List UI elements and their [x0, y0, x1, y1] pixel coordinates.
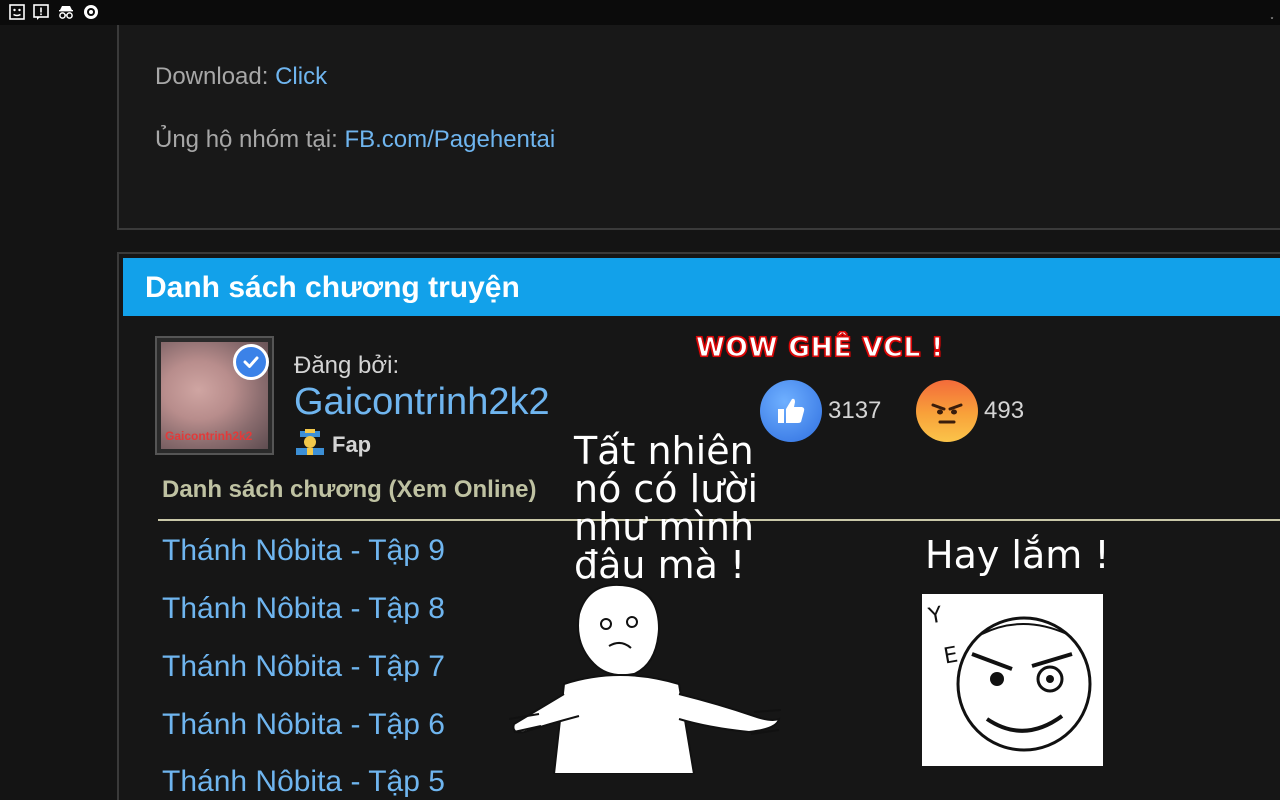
- chapter-link[interactable]: Thánh Nôbita - Tập 8: [162, 592, 445, 626]
- extension-toolbar: ˯: [0, 0, 1280, 25]
- download-link[interactable]: Click: [275, 63, 327, 90]
- verified-badge-icon: [233, 344, 269, 380]
- chapter-list-panel: Danh sách chương truyện Gaicontrinh2k2 Đ…: [117, 252, 1280, 800]
- poster-name-link[interactable]: Gaicontrinh2k2: [294, 381, 550, 424]
- section-title: Danh sách chương truyện: [145, 271, 520, 304]
- angry-reaction[interactable]: 493: [916, 380, 1024, 442]
- chapter-link[interactable]: Thánh Nôbita - Tập 7: [162, 650, 445, 684]
- like-count: 3137: [828, 397, 882, 424]
- support-line: Ủng hộ nhóm tại: FB.com/Pagehentai: [155, 126, 555, 154]
- chapter-link[interactable]: Thánh Nôbita - Tập 6: [162, 708, 445, 742]
- chapter-list-heading: Danh sách chương (Xem Online): [162, 476, 537, 503]
- poster-avatar[interactable]: Gaicontrinh2k2: [155, 336, 274, 455]
- download-line: Download: Click: [155, 63, 327, 91]
- yes-meme-image: YES: [922, 594, 1103, 766]
- meme-caption: Tất nhiên nó có lười như mình đâu mà !: [574, 429, 759, 587]
- face-icon[interactable]: [9, 4, 25, 20]
- angry-icon: [916, 380, 978, 442]
- posted-by-label: Đăng bởi:: [294, 352, 400, 379]
- chevron-down-icon[interactable]: ˯: [1270, 6, 1274, 20]
- angry-count: 493: [984, 397, 1025, 424]
- support-label: Ủng hộ nhóm tại:: [155, 126, 338, 153]
- rank-icon: [294, 429, 326, 460]
- rank-label: Fap: [332, 431, 372, 457]
- post-info-panel: Download: Click Ủng hộ nhóm tại: FB.com/…: [117, 25, 1280, 230]
- chapter-link[interactable]: Thánh Nôbita - Tập 9: [162, 534, 445, 568]
- settings-icon[interactable]: [83, 4, 99, 20]
- reaction-banner: WOW GHÊ VCL !: [695, 333, 945, 364]
- chapter-link[interactable]: Thánh Nôbita - Tập 5: [162, 765, 445, 799]
- facebook-page-link[interactable]: FB.com/Pagehentai: [344, 126, 555, 153]
- spy-icon[interactable]: [58, 4, 74, 20]
- avatar-watermark: Gaicontrinh2k2: [165, 429, 253, 443]
- alert-icon[interactable]: [33, 4, 49, 20]
- poster-rank: Fap: [294, 429, 371, 460]
- shrug-meme-image: [509, 584, 782, 774]
- section-header: Danh sách chương truyện: [123, 258, 1280, 316]
- download-label: Download:: [155, 63, 269, 90]
- meme-caption: Hay lắm !: [925, 533, 1110, 577]
